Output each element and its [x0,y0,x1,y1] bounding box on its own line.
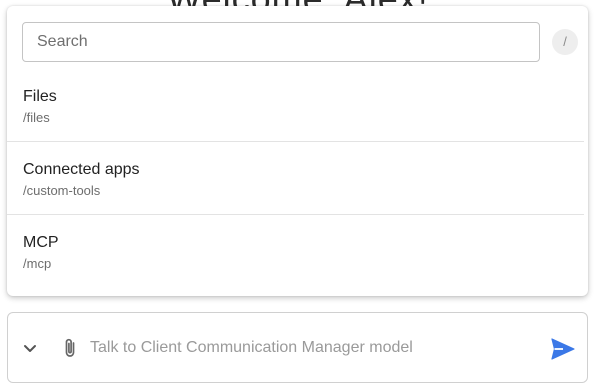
shortcut-badge: / [552,29,578,55]
chevron-down-icon[interactable] [21,339,39,357]
command-path: /mcp [23,256,52,271]
command-item-connected-apps[interactable]: Connected apps /custom-tools [7,142,584,215]
paperclip-icon[interactable] [61,337,79,359]
command-item-files[interactable]: Files /files [7,69,584,142]
message-composer [7,312,588,383]
command-title: Files [23,88,57,105]
send-icon[interactable] [550,337,576,361]
command-title: Connected apps [23,161,140,178]
command-path: /files [23,110,50,125]
command-list: Files /files Connected apps /custom-tool… [7,69,584,288]
search-input[interactable] [22,22,540,62]
command-path: /custom-tools [23,183,101,198]
search-row: / [22,22,578,62]
message-input[interactable] [90,335,530,361]
command-item-mcp[interactable]: MCP /mcp [7,215,584,288]
command-title: MCP [23,234,59,251]
command-palette: / Files /files Connected apps /custom-to… [7,6,588,296]
